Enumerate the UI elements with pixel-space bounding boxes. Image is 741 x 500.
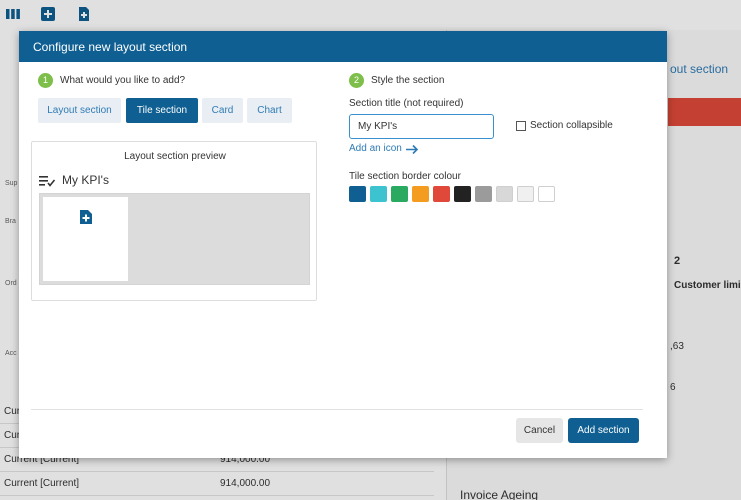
step-1-badge: 1 [38,73,53,88]
preview-title: Layout section preview [124,151,226,162]
step-1-label: What would you like to add? [60,75,186,86]
step-2-label: Style the section [371,75,445,86]
list-check-icon [39,176,55,187]
section-collapsible-checkbox[interactable] [516,121,526,131]
dialog-title: Configure new layout section [33,40,188,54]
dialog-header: Configure new layout section [19,31,667,62]
preview-kpi-title: My KPI's [62,173,109,187]
colour-swatch[interactable] [496,186,513,202]
colour-swatch[interactable] [370,186,387,202]
layout-section-preview: Layout section preview My KPI's [31,141,317,301]
colour-swatch[interactable] [349,186,366,202]
preview-tile-area [39,193,310,285]
colour-swatch[interactable] [475,186,492,202]
cancel-button[interactable]: Cancel [516,418,563,443]
configure-section-dialog: Configure new layout section 1 What woul… [19,31,667,458]
section-title-input[interactable] [349,114,494,139]
add-tile-icon[interactable] [80,210,92,224]
colour-swatch[interactable] [538,186,555,202]
colour-swatch[interactable] [454,186,471,202]
tile-section-button[interactable]: Tile section [126,98,198,123]
section-collapsible-label: Section collapsible [530,120,613,131]
add-section-button[interactable]: Add section [568,418,639,443]
layout-section-button[interactable]: Layout section [38,98,121,123]
colour-swatch[interactable] [412,186,429,202]
arrow-right-icon[interactable] [406,144,419,155]
footer-divider [31,409,643,410]
chart-button[interactable]: Chart [247,98,292,123]
border-colour-label: Tile section border colour [349,171,461,182]
colour-swatch[interactable] [517,186,534,202]
preview-tile-card[interactable] [43,197,128,281]
section-title-label: Section title (not required) [349,98,464,109]
colour-swatch[interactable] [433,186,450,202]
colour-swatch[interactable] [391,186,408,202]
add-icon-link[interactable]: Add an icon [349,143,402,154]
card-button[interactable]: Card [202,98,243,123]
step-2-badge: 2 [349,73,364,88]
